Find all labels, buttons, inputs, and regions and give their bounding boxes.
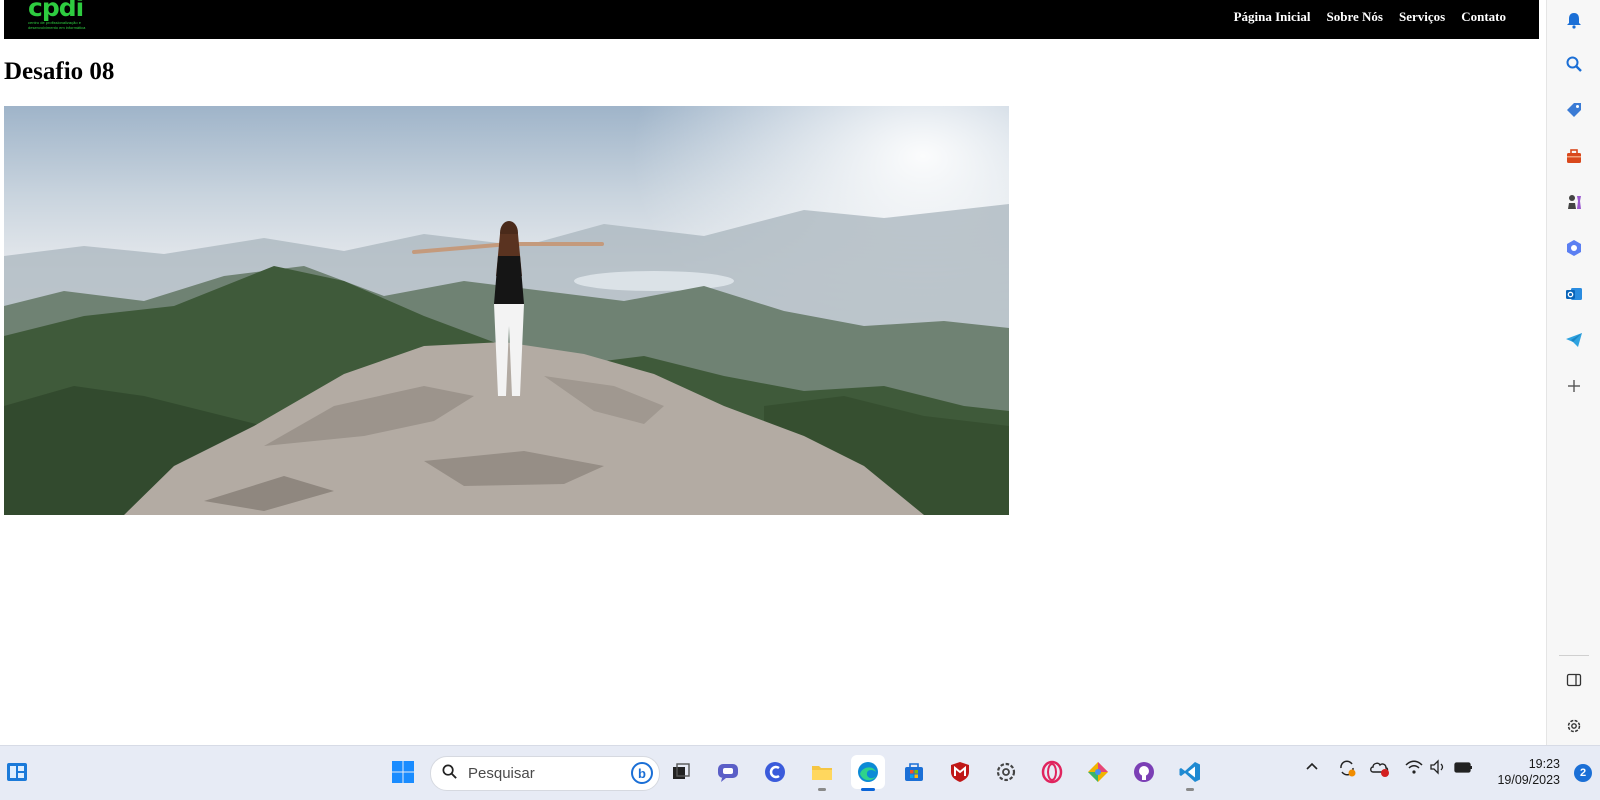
- bell-icon[interactable]: [1560, 6, 1588, 34]
- gitkraken-icon[interactable]: [1081, 755, 1115, 789]
- site-header: cpdi centro de profissionalização e dese…: [4, 0, 1539, 39]
- logo-text: cpdi: [28, 0, 84, 22]
- sidebar-divider: [1559, 655, 1589, 656]
- outlook-icon[interactable]: [1560, 280, 1588, 308]
- telegram-icon[interactable]: [1560, 326, 1588, 354]
- start-icon[interactable]: [386, 755, 420, 789]
- mcafee-icon[interactable]: [943, 755, 977, 789]
- edge-browser-icon[interactable]: [851, 755, 885, 791]
- page-title: Desafio 08: [4, 58, 115, 85]
- copilot-icon[interactable]: [1560, 234, 1588, 262]
- tag-icon[interactable]: [1560, 96, 1588, 124]
- chevron-up-icon[interactable]: [1305, 760, 1319, 778]
- notification-badge[interactable]: 2: [1574, 764, 1592, 782]
- search-icon: [441, 763, 458, 785]
- app-c-icon[interactable]: [758, 755, 792, 789]
- sync-icon[interactable]: [1337, 758, 1357, 782]
- logo-tagline: centro de profissionalização e desenvolv…: [28, 20, 86, 30]
- toolbox-icon[interactable]: [1560, 142, 1588, 170]
- nav-link-contact[interactable]: Contato: [1461, 9, 1506, 25]
- microsoft-store-icon[interactable]: [897, 755, 931, 789]
- task-view-icon[interactable]: [664, 755, 698, 789]
- main-nav: Página Inicial Sobre Nós Serviços Contat…: [1234, 9, 1506, 25]
- widgets-icon[interactable]: [0, 755, 34, 789]
- taskbar-search[interactable]: Pesquisar b: [430, 756, 660, 791]
- github-desktop-icon[interactable]: [1127, 755, 1161, 789]
- sidebar-toggle-icon[interactable]: [1560, 666, 1588, 694]
- clock-time: 19:23: [1528, 757, 1560, 771]
- site-logo[interactable]: cpdi centro de profissionalização e dese…: [28, 0, 88, 36]
- chess-icon[interactable]: [1560, 188, 1588, 216]
- battery-icon[interactable]: [1454, 759, 1474, 779]
- nav-link-services[interactable]: Serviços: [1399, 9, 1445, 25]
- hero-image: [4, 106, 1009, 515]
- settings-gear-icon[interactable]: [989, 755, 1023, 789]
- browser-page: cpdi centro de profissionalização e dese…: [0, 0, 1546, 746]
- system-clock[interactable]: 19:23 19/09/2023: [1497, 756, 1560, 788]
- search-placeholder: Pesquisar: [468, 765, 535, 782]
- vscode-icon[interactable]: [1173, 755, 1207, 791]
- edge-sidebar: [1546, 0, 1600, 745]
- nav-link-about[interactable]: Sobre Nós: [1327, 9, 1383, 25]
- file-explorer-icon[interactable]: [805, 755, 839, 791]
- volume-icon[interactable]: [1429, 759, 1447, 779]
- bing-icon[interactable]: b: [631, 762, 653, 784]
- gear-icon[interactable]: [1560, 712, 1588, 740]
- clock-date: 19/09/2023: [1497, 773, 1560, 787]
- opera-icon[interactable]: [1035, 755, 1069, 789]
- onedrive-error-icon[interactable]: [1369, 758, 1391, 782]
- wifi-icon[interactable]: [1405, 759, 1423, 779]
- nav-link-home[interactable]: Página Inicial: [1234, 9, 1311, 25]
- plus-icon[interactable]: [1560, 372, 1588, 400]
- teams-chat-icon[interactable]: [711, 755, 745, 789]
- windows-taskbar: Pesquisar b 19:23 19/09/2023 2: [0, 745, 1600, 800]
- search-icon[interactable]: [1560, 50, 1588, 78]
